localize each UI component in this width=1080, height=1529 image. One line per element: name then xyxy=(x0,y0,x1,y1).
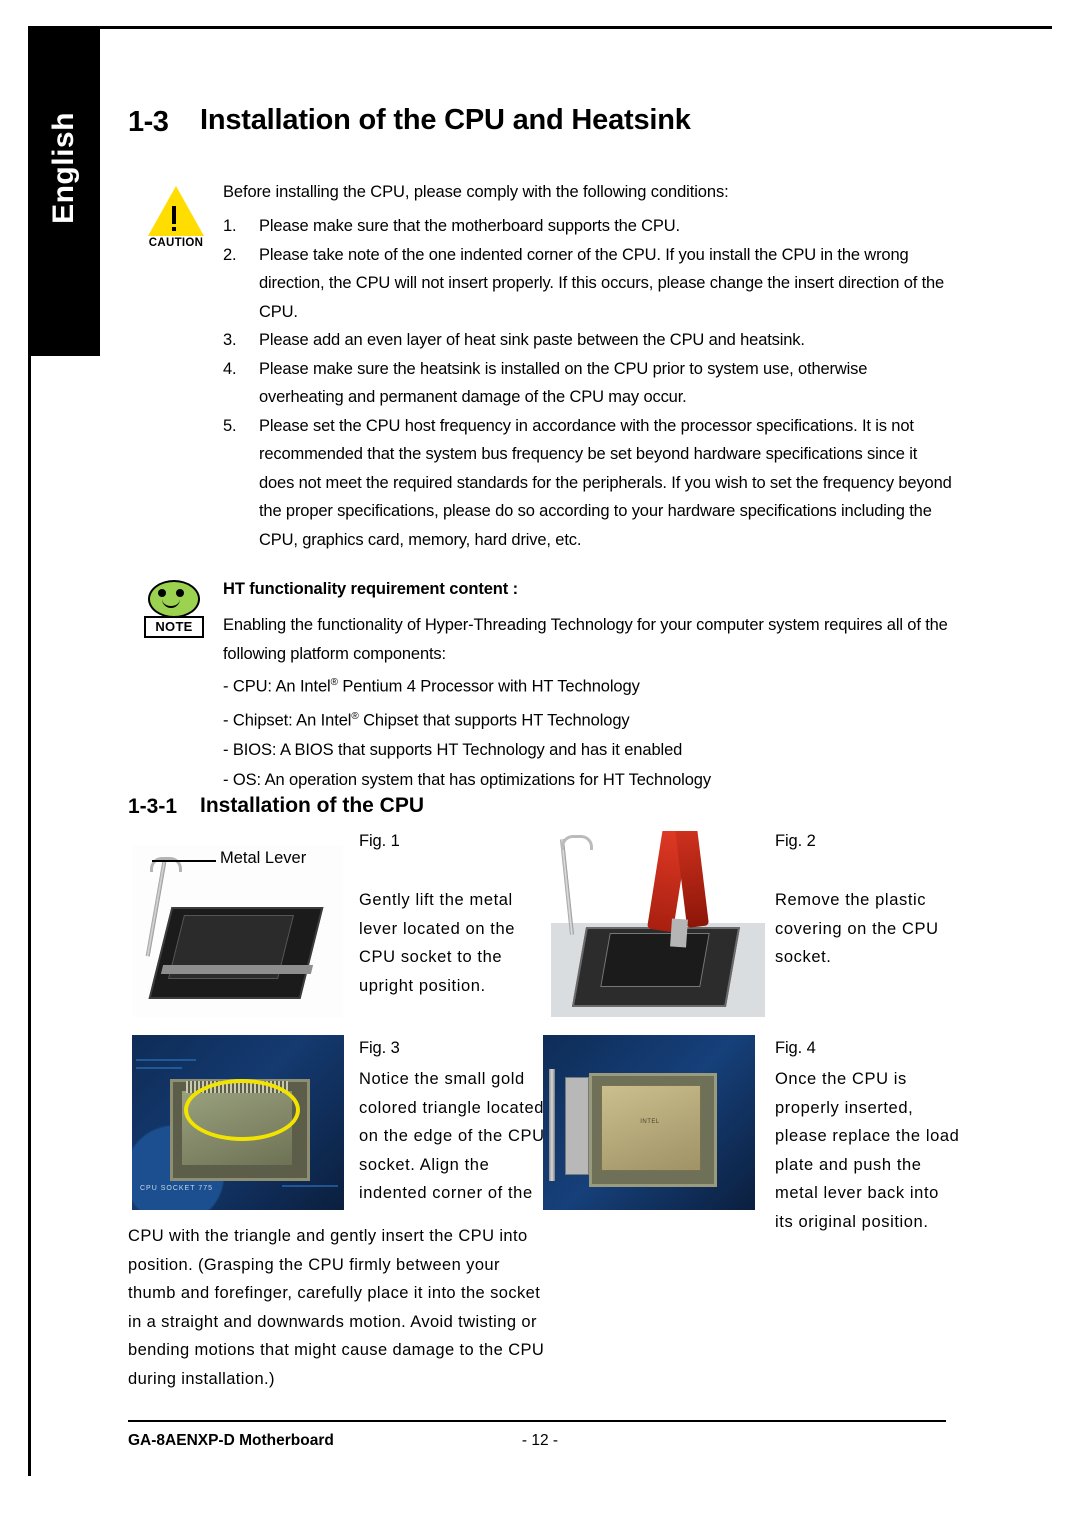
list-item-text: Please add an even layer of heat sink pa… xyxy=(259,331,805,349)
note-bullet-pre: - Chipset: An Intel xyxy=(223,711,352,730)
figure-3-photo: CPU SOCKET 775 xyxy=(132,1035,344,1210)
registered-mark-icon: ® xyxy=(351,711,359,722)
language-tab: English xyxy=(31,29,100,356)
note-label: NOTE xyxy=(144,616,204,638)
figure-2-text: Remove the plastic covering on the CPU s… xyxy=(775,891,939,966)
caution-list: 1. Please make sure that the motherboard… xyxy=(223,212,956,554)
note-bullet: - BIOS: A BIOS that supports HT Technolo… xyxy=(223,741,683,759)
metal-lever-callout-label: Metal Lever xyxy=(220,849,307,867)
figure-1-text: Gently lift the metal lever located on t… xyxy=(359,891,516,995)
list-item: 5. Please set the CPU host frequency in … xyxy=(223,412,956,555)
note-bullet: - OS: An operation system that has optim… xyxy=(223,770,712,789)
figure-4-caption: Fig. 4 xyxy=(775,1039,816,1057)
figure-1-photo xyxy=(132,845,343,1017)
figure-1-caption: Fig. 1 xyxy=(359,832,400,850)
figure-2-photo xyxy=(543,831,773,1017)
list-item-number: 2. xyxy=(223,245,237,264)
list-item-number: 3. xyxy=(223,331,237,349)
caution-label: CAUTION xyxy=(148,237,204,249)
note-smiley-icon: NOTE xyxy=(140,580,204,644)
list-item-text: Please set the CPU host frequency in acc… xyxy=(259,416,952,549)
list-item-number: 1. xyxy=(223,217,237,235)
pcb-silkscreen-label: CPU SOCKET 775 xyxy=(140,1185,214,1192)
footer-rule xyxy=(128,1420,946,1422)
caution-triangle-icon: CAUTION xyxy=(140,186,212,258)
figure-2-caption: Fig. 2 xyxy=(775,832,816,850)
note-bullet-pre: - CPU: An Intel xyxy=(223,677,331,696)
subsection-title: Installation of the CPU xyxy=(200,794,425,817)
figure-4-photo: INTEL xyxy=(543,1035,755,1210)
figure-4-text: Once the CPU is properly inserted, pleas… xyxy=(775,1070,960,1231)
list-item: 3. Please add an even layer of heat sink… xyxy=(223,326,956,355)
list-item-text: Please make sure the heatsink is install… xyxy=(259,359,868,407)
list-item: 4. Please make sure the heatsink is inst… xyxy=(223,355,956,412)
list-item-text: Please make sure that the motherboard su… xyxy=(259,217,680,235)
list-item-number: 5. xyxy=(223,416,237,435)
caution-intro: Before installing the CPU, please comply… xyxy=(223,183,729,201)
note-title: HT functionality requirement content : xyxy=(223,580,519,598)
section-number: 1-3 xyxy=(128,106,169,138)
list-item: 2. Please take note of the one indented … xyxy=(223,241,956,327)
list-item-text: Please take note of the one indented cor… xyxy=(259,245,945,321)
page-border-top xyxy=(28,26,1052,29)
note-bullet-post: Chipset that supports HT Technology xyxy=(358,711,630,730)
note-bullet-list: - CPU: An Intel® Pentium 4 Processor wit… xyxy=(223,668,958,795)
list-item: 1. Please make sure that the motherboard… xyxy=(223,212,956,241)
registered-mark-icon: ® xyxy=(330,677,338,688)
note-bullet: - CPU: An Intel® Pentium 4 Processor wit… xyxy=(223,668,958,702)
figure-3-caption: Fig. 3 xyxy=(359,1039,400,1057)
page-title: Installation of the CPU and Heatsink xyxy=(200,104,691,136)
subsection-number: 1-3-1 xyxy=(128,795,178,818)
list-item-number: 4. xyxy=(223,359,237,378)
footer-page-number: - 12 - xyxy=(521,1432,559,1449)
cpu-top-label: INTEL xyxy=(640,1119,660,1125)
note-bullet: - Chipset: An Intel® Chipset that suppor… xyxy=(223,702,958,736)
figure-3-text: Notice the small gold colored triangle l… xyxy=(359,1070,545,1202)
note-bullet-post: Pentium 4 Processor with HT Technology xyxy=(337,677,640,696)
metal-lever-callout-line xyxy=(152,860,216,862)
language-tab-label: English xyxy=(47,112,80,224)
figure-3-continuation-text: CPU with the triangle and gently insert … xyxy=(128,1227,545,1388)
note-body: Enabling the functionality of Hyper-Thre… xyxy=(223,616,948,663)
